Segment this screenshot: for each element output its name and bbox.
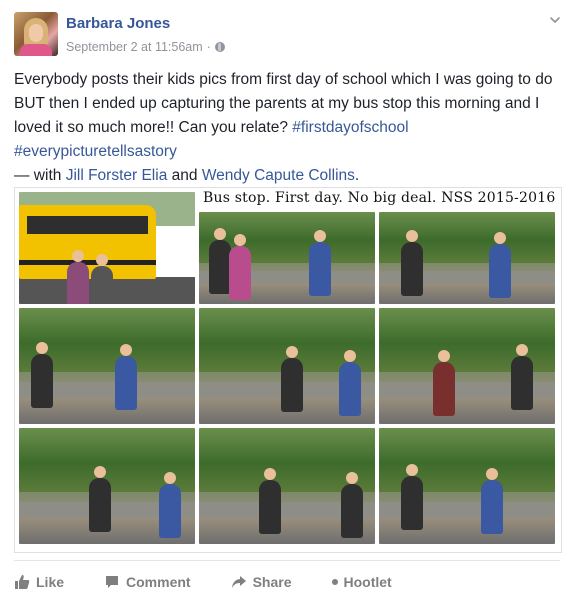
like-button[interactable]: Like bbox=[14, 574, 64, 590]
chevron-down-icon[interactable] bbox=[549, 14, 561, 26]
share-label: Share bbox=[252, 574, 292, 590]
photo-7[interactable] bbox=[199, 428, 375, 544]
share-icon bbox=[231, 576, 246, 588]
thumbs-up-icon bbox=[15, 575, 30, 589]
collage-caption: Bus stop. First day. No big deal. NSS 20… bbox=[203, 190, 556, 206]
comment-label: Comment bbox=[126, 574, 191, 590]
photo-collage[interactable]: Bus stop. First day. No big deal. NSS 20… bbox=[14, 187, 562, 553]
facebook-post: Barbara Jones September 2 at 11:56am · E… bbox=[0, 0, 575, 600]
photo-1[interactable] bbox=[199, 212, 375, 304]
globe-icon[interactable] bbox=[214, 42, 225, 52]
and-word: and bbox=[167, 167, 202, 184]
tag-jill-forster-elia[interactable]: Jill Forster Elia bbox=[66, 167, 168, 184]
like-label: Like bbox=[36, 574, 65, 590]
author-name[interactable]: Barbara Jones bbox=[66, 15, 170, 32]
photo-3[interactable] bbox=[19, 308, 195, 424]
photo-5[interactable] bbox=[379, 308, 555, 424]
photo-6[interactable] bbox=[19, 428, 195, 544]
photo-4[interactable] bbox=[199, 308, 375, 424]
post-meta: September 2 at 11:56am · bbox=[66, 40, 225, 54]
with-prefix: — with bbox=[14, 167, 66, 184]
actions-divider bbox=[14, 560, 560, 561]
meta-separator: · bbox=[206, 40, 211, 54]
dot-icon bbox=[331, 579, 338, 585]
comment-button[interactable]: Comment bbox=[104, 574, 191, 590]
post-timestamp[interactable]: September 2 at 11:56am bbox=[66, 40, 203, 54]
photo-bus[interactable] bbox=[19, 192, 195, 304]
comment-icon bbox=[106, 576, 119, 588]
avatar[interactable] bbox=[14, 12, 58, 56]
photo-2[interactable] bbox=[379, 212, 555, 304]
period: . bbox=[354, 167, 360, 184]
share-button[interactable]: Share bbox=[231, 574, 292, 590]
tag-wendy-capute-collins[interactable]: Wendy Capute Collins bbox=[202, 167, 355, 184]
hootlet-label: Hootlet bbox=[343, 574, 392, 590]
post-body: Everybody posts their kids pics from fir… bbox=[14, 71, 553, 136]
post-actions: Like Comment Share Hootlet bbox=[14, 570, 560, 594]
hashtag-firstdayofschool[interactable]: #firstdayofschool bbox=[292, 119, 408, 136]
hashtag-everypicturetellsastory[interactable]: #everypicturetellsastory bbox=[14, 143, 177, 160]
hootlet-button[interactable]: Hootlet bbox=[331, 574, 392, 590]
post-text: Everybody posts their kids pics from fir… bbox=[14, 68, 564, 188]
photo-8[interactable] bbox=[379, 428, 555, 544]
